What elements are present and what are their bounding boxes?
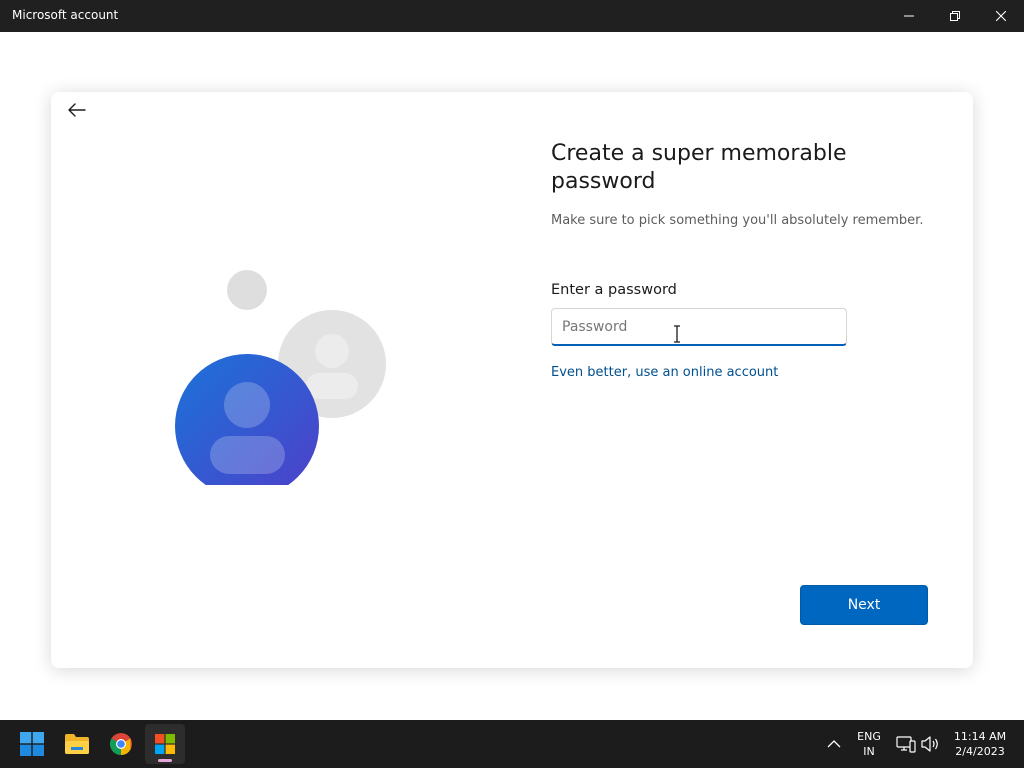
back-button[interactable] [63, 96, 91, 124]
language-region: IN [863, 745, 875, 758]
minimize-button[interactable] [886, 0, 932, 32]
arrow-left-icon [68, 103, 86, 117]
close-button[interactable] [978, 0, 1024, 32]
start-button[interactable] [12, 724, 52, 764]
text-cursor-icon [674, 325, 680, 343]
chevron-up-icon [827, 740, 841, 748]
setup-card: Create a super memorable password Make s… [51, 92, 973, 668]
page-subtitle: Make sure to pick something you'll absol… [551, 213, 924, 228]
chrome-icon [110, 733, 132, 755]
small-gray-circle [227, 270, 267, 310]
windows-start-icon [20, 732, 44, 756]
volume-icon[interactable] [920, 734, 940, 754]
chrome-button[interactable] [101, 724, 141, 764]
file-explorer-button[interactable] [57, 724, 97, 764]
active-app-indicator [158, 759, 172, 762]
network-icon[interactable] [896, 734, 916, 754]
input-language-indicator[interactable]: ENG IN [853, 729, 885, 759]
microsoft-store-button[interactable] [145, 724, 185, 764]
online-account-link[interactable]: Even better, use an online account [551, 365, 778, 380]
minimize-icon [904, 15, 914, 17]
password-label: Enter a password [551, 282, 677, 298]
clock-date: 2/4/2023 [955, 745, 1005, 758]
app-area: Create a super memorable password Make s… [0, 32, 1024, 720]
window-title: Microsoft account [12, 8, 119, 22]
page-title: Create a super memorable password [551, 141, 847, 194]
password-input[interactable] [551, 308, 847, 346]
restore-button[interactable] [932, 0, 978, 32]
file-explorer-icon [65, 734, 89, 754]
user-accounts-illustration [175, 270, 386, 485]
show-hidden-icons-button[interactable] [824, 734, 844, 754]
next-button[interactable]: Next [800, 585, 928, 625]
taskbar: ENG IN 11:14 AM 2/4/2023 [0, 720, 1024, 768]
microsoft-store-icon [155, 734, 175, 754]
system-clock[interactable]: 11:14 AM 2/4/2023 [946, 729, 1014, 759]
language-code: ENG [857, 730, 881, 743]
title-bar: Microsoft account [0, 0, 1024, 32]
restore-icon [950, 11, 960, 21]
clock-time: 11:14 AM [953, 730, 1007, 743]
close-icon [996, 11, 1006, 21]
